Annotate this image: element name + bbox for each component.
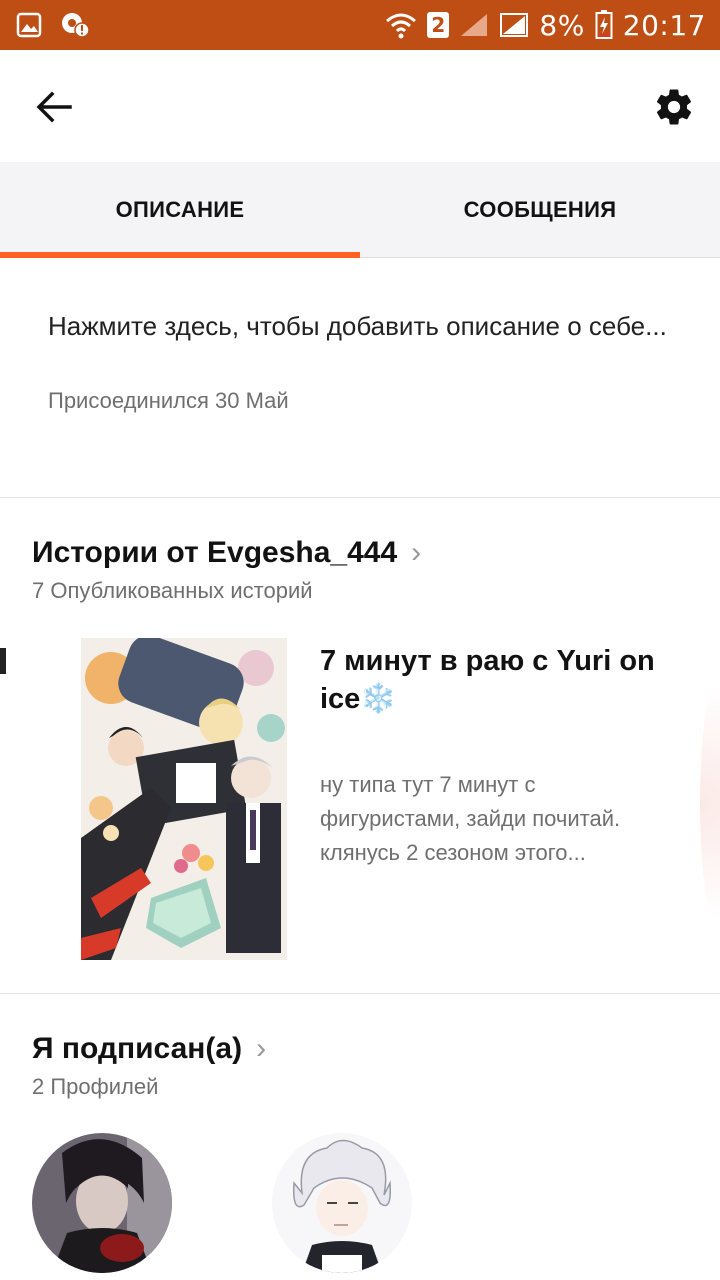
- status-bar: 2 8% 20:17: [0, 0, 720, 50]
- joined-date: Присоединился 30 Май: [48, 388, 289, 413]
- stories-section: Истории от Evgesha_444 › 7 Опубликованны…: [0, 498, 720, 994]
- tab-messages[interactable]: СООБЩЕНИЯ: [360, 162, 720, 257]
- previous-story-peek: [0, 648, 6, 674]
- chevron-right-icon: ›: [256, 1032, 267, 1065]
- add-description-prompt[interactable]: Нажмите здесь, чтобы добавить описание о…: [48, 306, 668, 346]
- status-left: [16, 11, 90, 39]
- story-description: ну типа тут 7 минут с фигуристами, зайди…: [320, 772, 621, 865]
- back-button[interactable]: [30, 83, 78, 131]
- alert-icon: [60, 11, 90, 39]
- tab-description[interactable]: ОПИСАНИЕ: [0, 162, 360, 258]
- settings-button[interactable]: [648, 81, 700, 133]
- arrow-left-icon: [36, 91, 72, 123]
- stories-title: Истории от Evgesha_444: [32, 536, 398, 569]
- avatar[interactable]: [32, 1133, 172, 1273]
- stories-count: 7 Опубликованных историй: [32, 578, 313, 603]
- following-count: 2 Профилей: [32, 1074, 159, 1099]
- following-header[interactable]: Я подписан(а) ›: [32, 1032, 266, 1066]
- battery-percent: 8%: [539, 8, 585, 42]
- battery-charging-icon: [595, 10, 613, 40]
- avatar[interactable]: [272, 1133, 412, 1273]
- story-title[interactable]: 7 минут в раю с Yuri on ice❄️: [320, 642, 700, 718]
- signal-icon-2: [499, 12, 529, 38]
- wifi-icon: [385, 11, 417, 39]
- tab-bar: ОПИСАНИЕ СООБЩЕНИЯ: [0, 162, 720, 258]
- following-title: Я подписан(а): [32, 1032, 243, 1065]
- chevron-right-icon: ›: [411, 536, 422, 569]
- stories-header[interactable]: Истории от Evgesha_444 ›: [32, 536, 421, 570]
- status-right: 2 8% 20:17: [385, 9, 706, 42]
- toolbar: [0, 50, 720, 162]
- sim-badge: 2: [427, 12, 450, 38]
- next-story-peek: [700, 648, 720, 958]
- gallery-icon: [16, 12, 42, 38]
- signal-icon: [459, 12, 489, 38]
- story-cover-image[interactable]: [81, 638, 287, 960]
- gear-icon: [656, 89, 692, 125]
- clock: 20:17: [622, 8, 706, 42]
- following-section: Я подписан(а) › 2 Профилей: [0, 994, 720, 1280]
- description-section: Нажмите здесь, чтобы добавить описание о…: [0, 258, 720, 498]
